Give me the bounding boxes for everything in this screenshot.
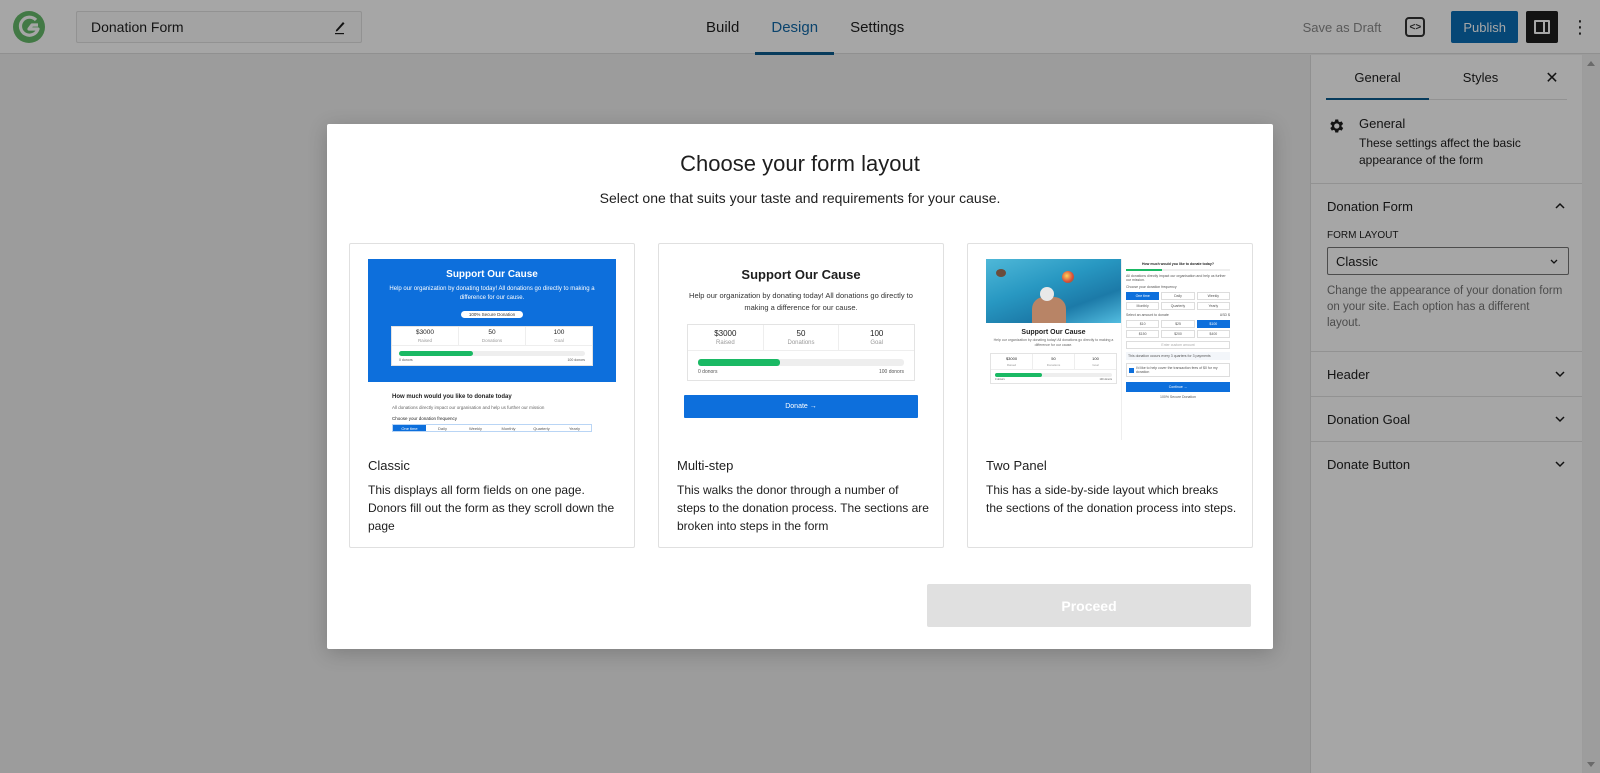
tp-fee-checkbox: I'd like to help cover the transaction f…: [1126, 363, 1230, 377]
preview-heading: Support Our Cause: [741, 267, 861, 282]
freq-option: Quarterly: [533, 426, 550, 431]
modal-title: Choose your form layout: [680, 151, 920, 176]
tp-frequency-options: One time Daily Weekly Monthly Quarterly …: [1126, 292, 1230, 310]
tp-recurring-note: This donation occurs every 3 quarters fo…: [1126, 352, 1230, 360]
card-description: This displays all form fields on one pag…: [368, 483, 615, 533]
stat-value: 50: [1051, 356, 1056, 361]
layout-card-classic[interactable]: Support Our Cause Help our organization …: [349, 243, 635, 548]
stat-label: Donations: [1046, 363, 1061, 367]
freq-option: Weekly: [468, 426, 483, 431]
range-end: 100 donors: [878, 369, 904, 375]
card-title: Classic: [368, 458, 410, 473]
preview-heading: Support Our Cause: [446, 269, 538, 280]
stat-value: 50: [796, 329, 806, 338]
preview-text: Help our organization by donating today!…: [993, 338, 1114, 347]
preview-text: Help our organization by donating today!…: [389, 286, 595, 301]
layout-options: Support Our Cause Help our organization …: [349, 243, 1253, 548]
tp-custom-amount: Enter custom amount: [1126, 341, 1230, 349]
range-end: 100 donors: [1099, 378, 1112, 381]
stat-value: $3000: [714, 329, 737, 338]
layout-card-multi-step[interactable]: Support Our Cause Help our organization …: [658, 243, 944, 548]
stat-value: 100: [870, 329, 884, 338]
freq-option: Daily: [438, 426, 447, 431]
stat-value: 100: [1092, 356, 1099, 361]
stat-label: Raised: [1006, 363, 1017, 367]
amount-option: $100: [1196, 320, 1230, 328]
freq-option: Yearly: [1196, 302, 1230, 310]
amount-option: $200: [1161, 330, 1195, 338]
preview-stats: $3000 Raised 50 Donations 100 Goal 0 donors…: [687, 324, 915, 381]
secure-badge: 100% Secure Donation: [460, 311, 524, 318]
card-title: Multi-step: [677, 458, 734, 473]
preview-impact: All donations directly impact our organi…: [392, 405, 545, 410]
amount-option: $25: [1161, 320, 1195, 328]
tp-secure-text: 100% Secure Donation: [1160, 395, 1196, 399]
freq-option: Quarterly: [1161, 302, 1195, 310]
multi-step-preview-image: Support Our Cause Help our organization …: [677, 259, 925, 440]
goal-progress-bar: [399, 351, 585, 356]
tp-step-progress: [1126, 269, 1230, 271]
amount-option: $400: [1196, 330, 1230, 338]
preview-frequency-label: Choose your donation frequency: [392, 416, 458, 421]
tp-fee-text: I'd like to help cover the transaction f…: [1135, 366, 1218, 374]
freq-option: One time: [1126, 292, 1160, 300]
stat-value: 50: [488, 329, 496, 336]
preview-stats: $3000 Raised 50 Donations 100 Goal 0 donors…: [391, 326, 593, 366]
freq-option: One time: [393, 425, 426, 431]
stat-label: Donations: [787, 340, 815, 346]
layout-card-two-panel[interactable]: Support Our Cause Help our organization …: [967, 243, 1253, 548]
tp-amount-label: Select an amount to donate: [1126, 313, 1169, 317]
classic-preview-image: Support Our Cause Help our organization …: [368, 259, 616, 440]
preview-heading: Support Our Cause: [1021, 329, 1086, 336]
two-panel-preview-image: Support Our Cause Help our organization …: [986, 259, 1234, 440]
stat-value: $3000: [415, 329, 435, 336]
preview-donate-button: Donate →: [684, 395, 918, 418]
card-description: This walks the donor through a number of…: [677, 483, 929, 533]
stat-label: Goal: [870, 340, 884, 346]
tp-impact: All donations directly impact our organi…: [1126, 274, 1226, 282]
card-description: This has a side-by-side layout which bre…: [986, 483, 1237, 515]
stat-label: Raised: [417, 338, 432, 343]
range-start: 0 donors: [698, 369, 718, 375]
preview-question: How much would you like to donate today: [392, 394, 512, 400]
freq-option: Weekly: [1196, 292, 1230, 300]
range-start: 0 donors: [399, 358, 413, 362]
preview-frequency-options: One time Daily Weekly Monthly Quarterly …: [392, 424, 592, 432]
goal-progress-bar: [698, 359, 904, 366]
freq-option: Monthly: [501, 426, 516, 431]
amount-option: $150: [1126, 330, 1160, 338]
freq-option: Daily: [1161, 292, 1195, 300]
freq-option: Yearly: [569, 426, 580, 431]
tp-frequency-label: Choose your donation frequency: [1126, 285, 1177, 289]
stat-label: Goal: [1092, 363, 1099, 367]
stat-label: Goal: [554, 338, 564, 343]
preview-stats: $3000 Raised 50 Donations 100 Goal 0 donors…: [990, 353, 1117, 384]
stat-label: Donations: [481, 338, 503, 343]
card-title: Two Panel: [986, 458, 1047, 473]
preview-text: Help our organization by donating today!…: [689, 291, 913, 312]
layout-chooser-modal: Choose your form layout Select one that …: [327, 124, 1273, 649]
modal-subtitle: Select one that suits your taste and req…: [599, 190, 1001, 206]
tp-amount-options: $10 $25 $100 $150 $200 $400: [1126, 320, 1230, 338]
freq-option: Monthly: [1126, 302, 1160, 310]
amount-option: $10: [1126, 320, 1160, 328]
range-start: 0 donors: [995, 378, 1005, 381]
proceed-button[interactable]: Proceed: [927, 584, 1251, 627]
water-polo-photo: [986, 259, 1121, 323]
tp-question: How much would you like to donate today?: [1142, 262, 1214, 266]
tp-continue-button: Continue →: [1126, 382, 1230, 392]
stat-value: $3000: [1005, 356, 1018, 361]
range-end: 100 donors: [567, 358, 585, 362]
stat-value: 100: [553, 329, 565, 336]
goal-progress-bar: [995, 373, 1112, 377]
tp-currency: USD $: [1219, 313, 1230, 317]
stat-label: Raised: [715, 340, 735, 346]
